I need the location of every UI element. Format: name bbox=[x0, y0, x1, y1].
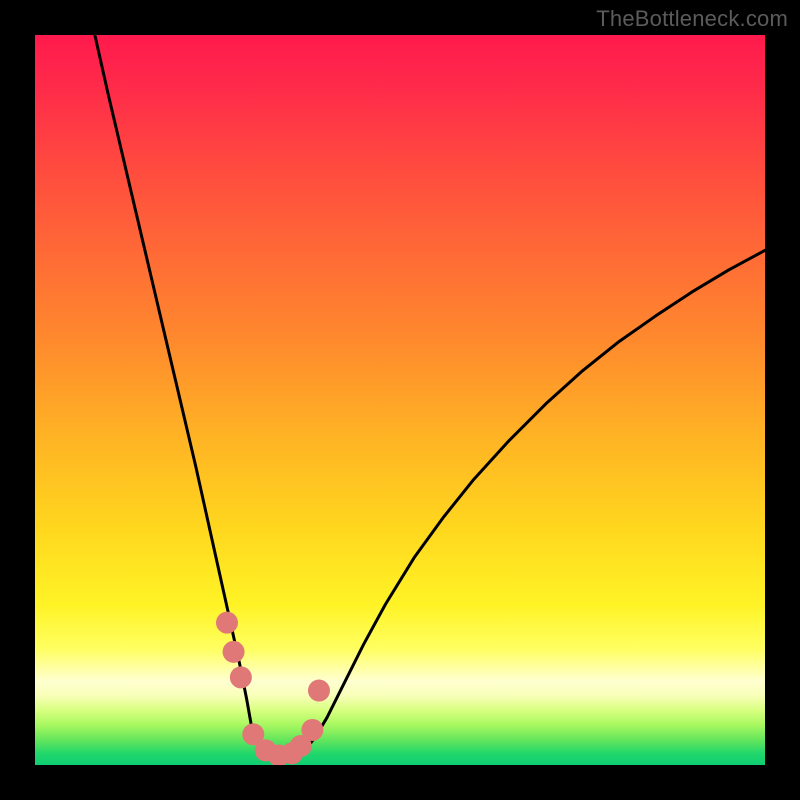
marker-point bbox=[301, 719, 323, 741]
plot-area bbox=[35, 35, 765, 765]
marker-point bbox=[223, 641, 245, 663]
gradient-background bbox=[35, 35, 765, 765]
marker-point bbox=[230, 666, 252, 688]
chart-frame: TheBottleneck.com bbox=[0, 0, 800, 800]
marker-point bbox=[216, 612, 238, 634]
watermark-text: TheBottleneck.com bbox=[596, 6, 788, 32]
plot-svg bbox=[35, 35, 765, 765]
marker-point bbox=[308, 680, 330, 702]
